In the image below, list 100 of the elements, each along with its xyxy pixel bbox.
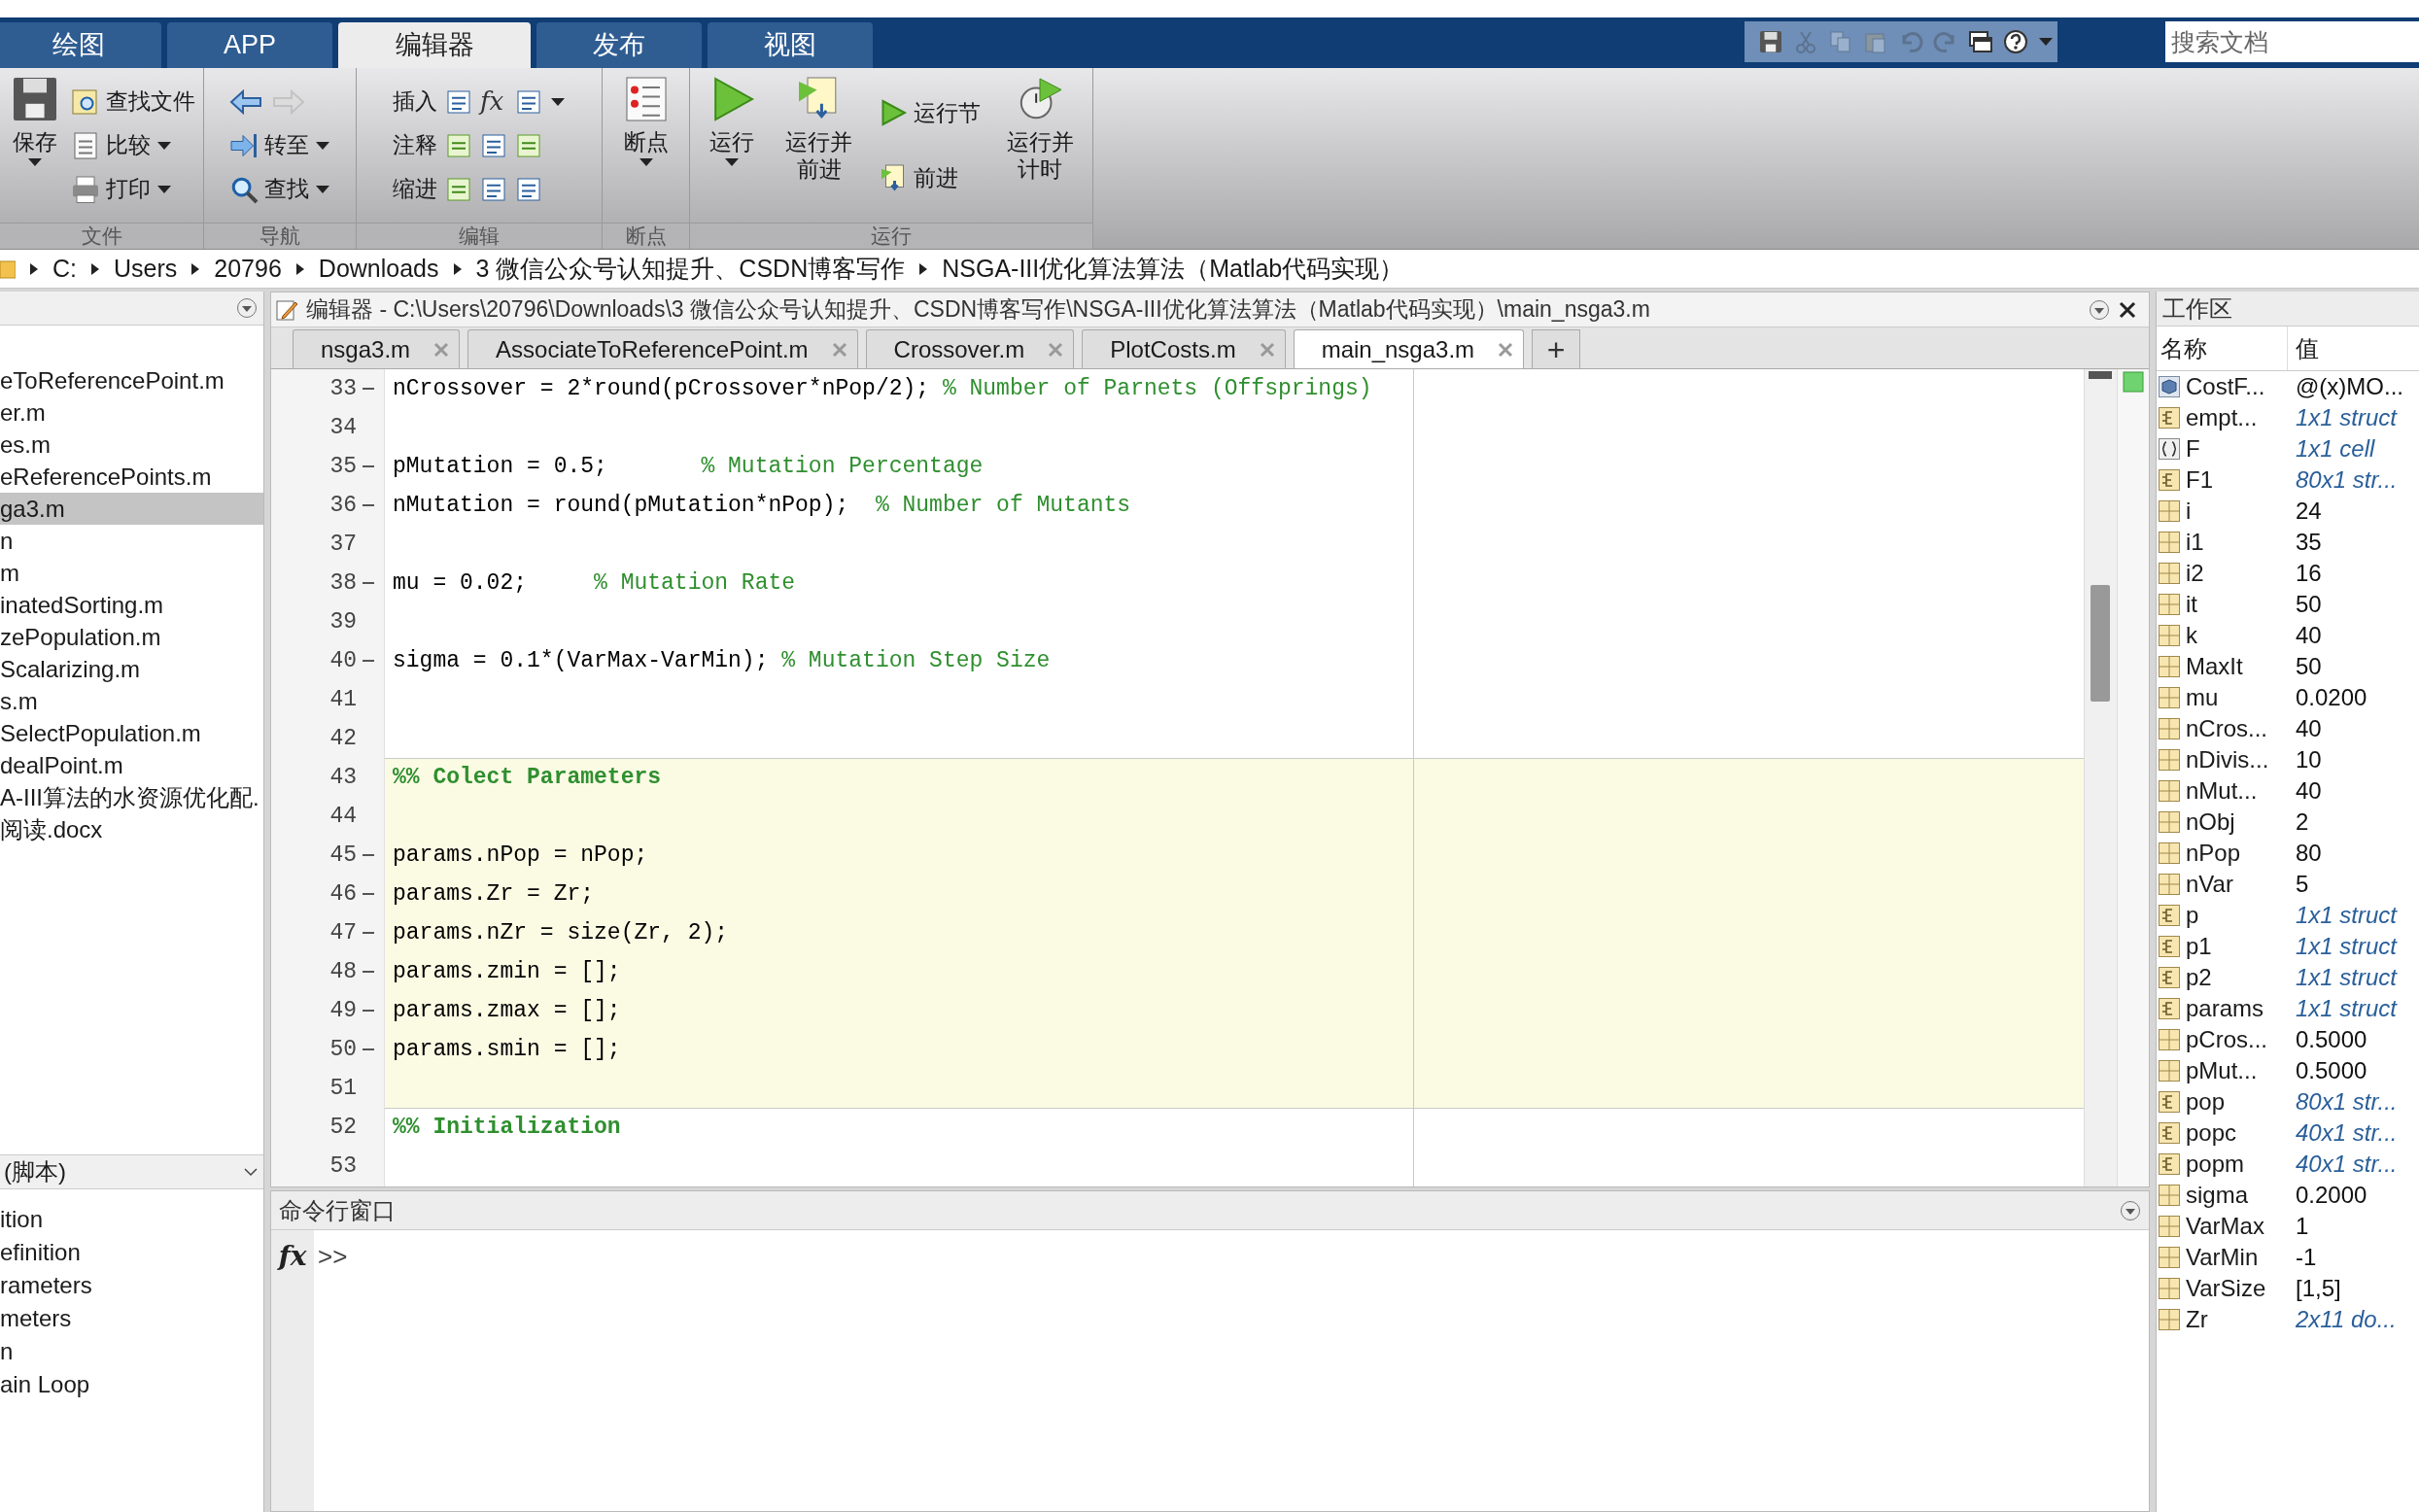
file-item[interactable]: s.m — [0, 685, 263, 717]
ribbon-button[interactable]: 运行并 计时 — [1002, 76, 1078, 223]
outline-item[interactable]: rameters — [0, 1269, 263, 1302]
breadcrumb-segment[interactable]: C: — [52, 250, 77, 288]
ribbon-tab[interactable]: 绘图 — [0, 22, 161, 68]
document-icon[interactable] — [515, 175, 542, 203]
struct-icon — [2159, 936, 2180, 957]
back-arrow-icon[interactable] — [229, 88, 262, 115]
document-icon[interactable] — [515, 87, 542, 116]
search-field[interactable]: 搜索文档 — [2165, 21, 2419, 62]
insert-function-icon[interactable]: fx — [480, 83, 507, 120]
close-icon[interactable] — [2118, 299, 2137, 320]
file-item[interactable]: SelectPopulation.m — [0, 717, 263, 749]
line-number: 53 — [329, 1151, 357, 1181]
code-text: params.zmin = []; — [393, 957, 621, 986]
breadcrumb-arrow-icon[interactable] — [918, 261, 929, 276]
split-handle[interactable] — [2089, 371, 2112, 379]
code-text: params.nPop = nPop; — [393, 841, 648, 870]
save-icon[interactable] — [1758, 29, 1783, 54]
chevron-down-icon[interactable] — [244, 1167, 258, 1177]
ribbon-tab[interactable]: 视图 — [708, 22, 873, 68]
panel-menu-icon[interactable] — [236, 297, 258, 319]
code-text: pMutation = 0.5; — [393, 452, 608, 481]
file-item[interactable]: eReferencePoints.m — [0, 461, 263, 493]
details-title: (脚本) — [3, 1157, 66, 1186]
ribbon-button[interactable]: 断点 — [618, 76, 674, 223]
ribbon-button[interactable]: 前进 — [878, 160, 981, 196]
breadcrumb-arrow-icon[interactable] — [190, 261, 201, 276]
ribbon-tab[interactable]: APP — [167, 22, 332, 68]
document-icon[interactable] — [515, 131, 542, 159]
breadcrumb-arrow-icon[interactable] — [452, 261, 463, 276]
file-item[interactable]: n — [0, 525, 263, 557]
function-browser-button[interactable]: fx — [278, 1236, 307, 1275]
line-number: 41 — [329, 685, 357, 714]
file-item[interactable]: inatedSorting.m — [0, 589, 263, 621]
help-icon[interactable] — [2003, 29, 2028, 54]
ribbon-button[interactable]: 查找 — [229, 171, 330, 207]
outline-item[interactable]: ition — [0, 1203, 263, 1236]
ribbon-button[interactable]: 打印 — [70, 171, 195, 207]
command-prompt: >> — [317, 1241, 348, 1269]
file-item[interactable]: ga3.m — [0, 493, 263, 525]
code-text: params.zmax = []; — [393, 996, 621, 1025]
panel-menu-icon[interactable] — [2089, 298, 2110, 321]
ribbon-button[interactable]: 运行并 前进 — [781, 76, 857, 223]
file-item[interactable]: A-III算法的水资源优化配. — [0, 781, 263, 813]
breadcrumb-arrow-icon[interactable] — [29, 261, 39, 276]
document-icon[interactable] — [445, 131, 472, 159]
editor-tab[interactable]: Crossover.m — [865, 329, 1075, 368]
ribbon-button[interactable]: 转至 — [229, 127, 330, 163]
breadcrumb-segment[interactable]: NSGA-III优化算法算法（Matlab代码实现） — [942, 250, 1404, 288]
panel-menu-icon[interactable] — [2120, 1199, 2141, 1221]
variable-value: 1x1 cell — [2295, 434, 2375, 464]
editor-tab[interactable]: AssociateToReferencePoint.m — [467, 329, 858, 368]
ribbon-button[interactable]: 运行 — [705, 76, 760, 223]
caret-icon[interactable] — [2038, 37, 2054, 47]
breadcrumb-segment[interactable]: Downloads — [318, 250, 439, 288]
ribbon-button[interactable]: 查找文件 — [70, 84, 195, 120]
editor-tab[interactable]: main_nsga3.m — [1293, 329, 1525, 368]
line-number: 42 — [329, 724, 357, 753]
edit-command-label[interactable]: 插入 — [393, 85, 437, 119]
file-item[interactable]: eToReferencePoint.m — [0, 364, 263, 396]
breadcrumb-segment[interactable]: Users — [114, 250, 178, 288]
breadcrumb-arrow-icon[interactable] — [294, 261, 305, 276]
ribbon-tab[interactable]: 发布 — [536, 22, 702, 68]
file-item[interactable]: 阅读.docx — [0, 813, 263, 845]
file-item[interactable]: es.m — [0, 429, 263, 461]
outline-item[interactable]: n — [0, 1335, 263, 1368]
code-comment: % Mutation Rate — [594, 568, 796, 598]
column-header[interactable]: 值 — [2288, 326, 2419, 370]
document-icon[interactable] — [480, 131, 507, 159]
file-item[interactable]: dealPoint.m — [0, 749, 263, 781]
file-item[interactable]: Scalarizing.m — [0, 653, 263, 685]
caret-icon[interactable] — [550, 96, 566, 107]
scrollbar-thumb[interactable] — [2091, 585, 2110, 702]
windows-icon[interactable] — [1968, 29, 1993, 54]
editor-tab[interactable]: nsga3.m — [293, 329, 461, 368]
outline-item[interactable]: efinition — [0, 1236, 263, 1269]
file-item[interactable]: m — [0, 557, 263, 589]
breadcrumb-segment[interactable]: 3 微信公众号认知提升、CSDN博客写作 — [475, 250, 906, 288]
breadcrumb-arrow-icon[interactable] — [90, 261, 100, 276]
breadcrumb-segment[interactable]: 20796 — [214, 250, 282, 288]
code-comment: % Number of Mutants — [875, 491, 1131, 520]
edit-command-label[interactable]: 缩进 — [393, 172, 437, 206]
ribbon-button[interactable]: 比较 — [70, 127, 195, 163]
code-comment: % Number of Parnets (Offsprings) — [942, 374, 1372, 403]
file-item[interactable]: zePopulation.m — [0, 621, 263, 653]
grid-icon — [2159, 625, 2180, 646]
document-icon[interactable] — [445, 87, 472, 116]
file-item[interactable]: er.m — [0, 396, 263, 429]
edit-command-label[interactable]: 注释 — [393, 128, 437, 162]
column-header[interactable]: 名称 — [2157, 326, 2288, 370]
new-tab-button[interactable]: + — [1532, 329, 1581, 368]
ribbon-tab[interactable]: 编辑器 — [338, 22, 531, 68]
editor-tab[interactable]: PlotCosts.m — [1082, 329, 1286, 368]
ribbon-button[interactable]: 运行节 — [878, 94, 981, 130]
ribbon-button[interactable]: 保存 — [8, 76, 63, 223]
document-icon[interactable] — [445, 175, 472, 203]
outline-item[interactable]: meters — [0, 1302, 263, 1335]
outline-item[interactable]: ain Loop — [0, 1368, 263, 1401]
document-icon[interactable] — [480, 175, 507, 203]
